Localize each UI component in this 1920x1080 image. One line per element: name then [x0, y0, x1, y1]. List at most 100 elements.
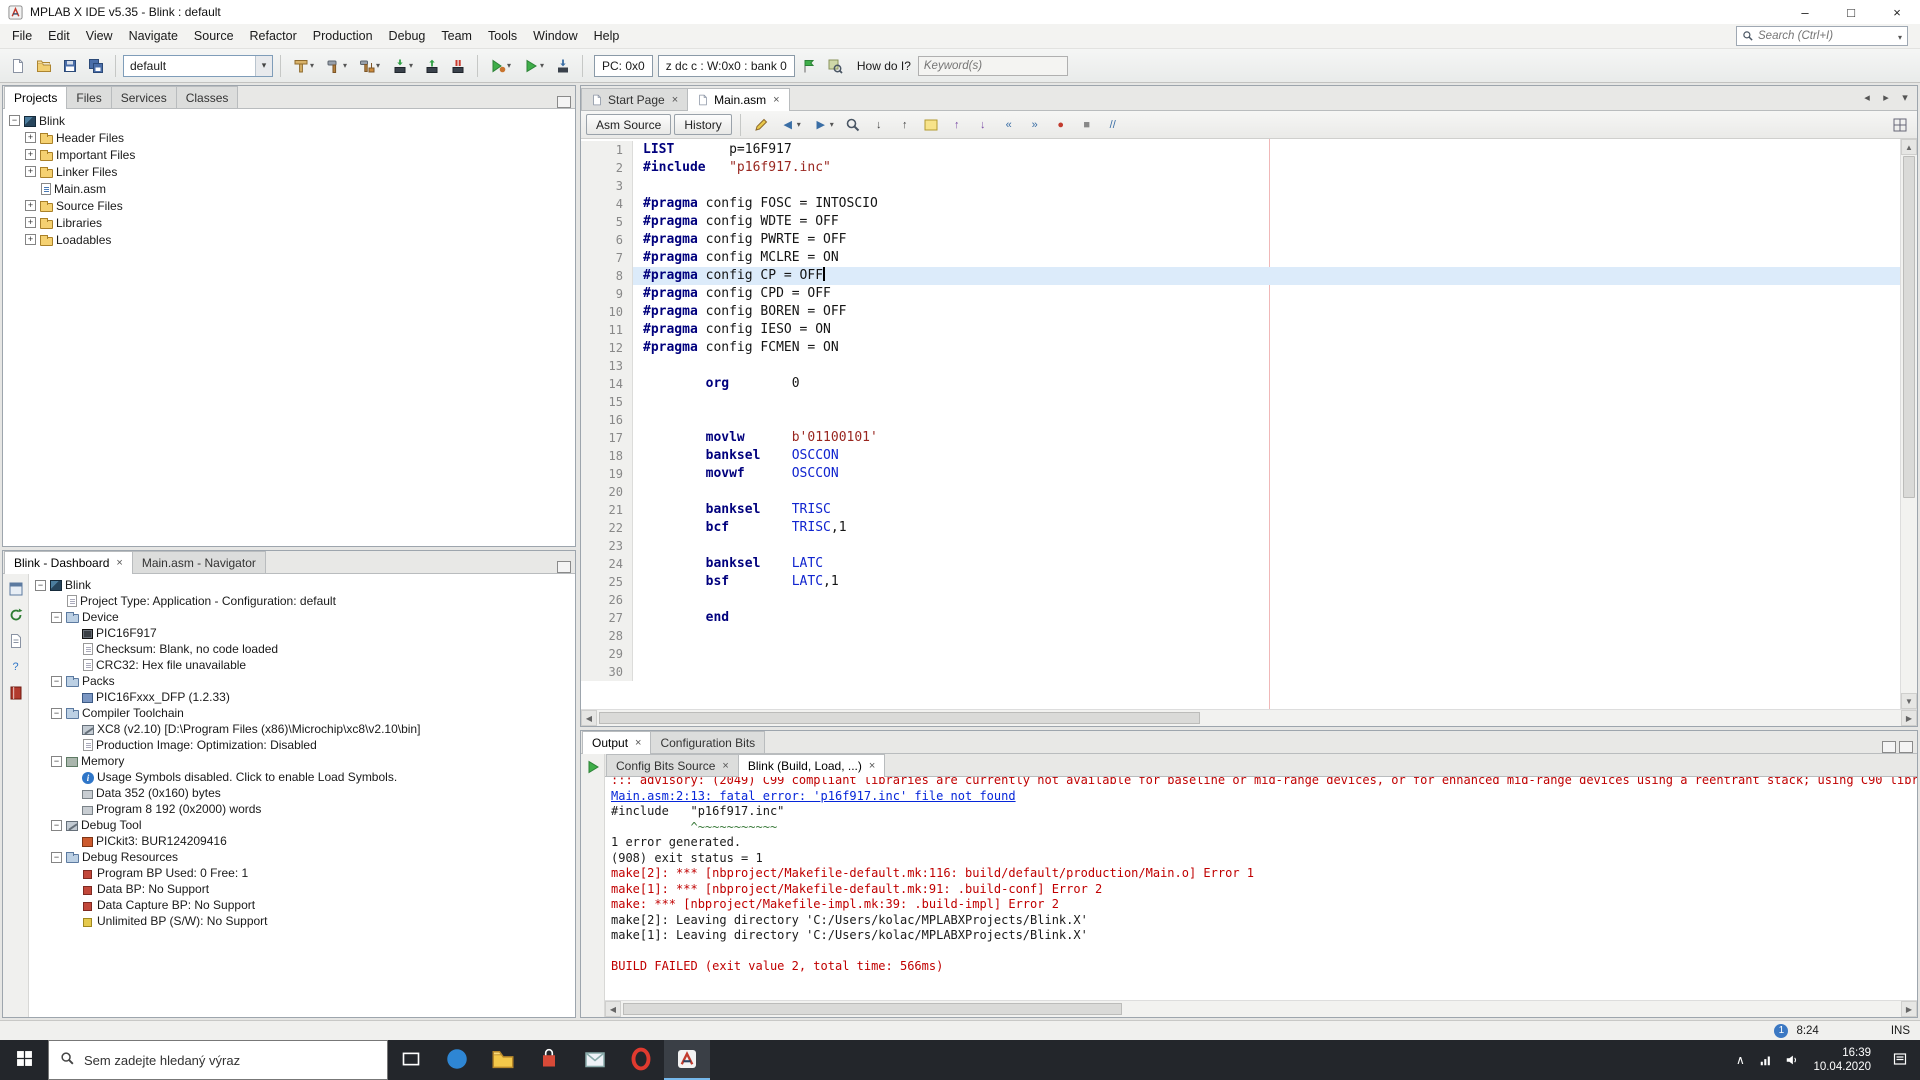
taskbar-search[interactable]: Sem zadejte hledaný výraz — [48, 1040, 388, 1080]
expand-icon[interactable]: + — [25, 132, 36, 143]
code-line[interactable]: 29 — [581, 645, 1900, 663]
program-run-button[interactable] — [551, 54, 575, 78]
collapse-icon[interactable]: − — [51, 708, 62, 719]
code-line[interactable]: 13 — [581, 357, 1900, 375]
tree-item-data-352-0x160-bytes[interactable]: Data 352 (0x160) bytes — [29, 785, 575, 801]
flag-green-button[interactable] — [797, 54, 821, 78]
action-center-button[interactable] — [1880, 1040, 1920, 1080]
code-line[interactable]: 27 end — [581, 609, 1900, 627]
scroll-up-icon[interactable] — [1901, 139, 1917, 155]
scroll-left-icon[interactable] — [581, 710, 597, 726]
tray-network-button[interactable] — [1754, 1041, 1778, 1079]
project-docs-button[interactable] — [6, 631, 26, 651]
split-view-button[interactable] — [1888, 113, 1912, 137]
tree-item-linker-files[interactable]: +Linker Files — [3, 163, 575, 180]
tree-item-debug-resources[interactable]: −Debug Resources — [29, 849, 575, 865]
collapse-icon[interactable]: − — [51, 676, 62, 687]
code-line[interactable]: 2#include "p16f917.inc" — [581, 159, 1900, 177]
tree-item-loadables[interactable]: +Loadables — [3, 231, 575, 248]
tab-blink-dashboard[interactable]: Blink - Dashboard× — [4, 551, 133, 574]
mail-button[interactable] — [572, 1040, 618, 1080]
chip-search-button[interactable] — [823, 54, 847, 78]
tree-item-usage-symbols-disabled-click-to-enable-load-symbols[interactable]: Usage Symbols disabled. Click to enable … — [29, 769, 575, 785]
tree-item-header-files[interactable]: +Header Files — [3, 129, 575, 146]
expand-icon[interactable]: + — [25, 200, 36, 211]
menu-file[interactable]: File — [4, 26, 40, 46]
menu-navigate[interactable]: Navigate — [121, 26, 186, 46]
code-editor[interactable]: 1LIST p=16F9172#include "p16f917.inc"34#… — [581, 139, 1900, 709]
close-icon[interactable]: × — [116, 557, 122, 569]
code-line[interactable]: 20 — [581, 483, 1900, 501]
code-line[interactable]: 14 org 0 — [581, 375, 1900, 393]
close-icon[interactable]: × — [773, 94, 779, 106]
editor-horizontal-scrollbar[interactable] — [581, 709, 1917, 726]
tree-item-memory[interactable]: −Memory — [29, 753, 575, 769]
tree-item-main-asm[interactable]: Main.asm — [3, 180, 575, 197]
code-line[interactable]: 1LIST p=16F917 — [581, 141, 1900, 159]
hold-reset-button[interactable] — [446, 54, 470, 78]
tree-item-unlimited-bp-s-w-no-support[interactable]: Unlimited BP (S/W): No Support — [29, 913, 575, 929]
rerun-build-button[interactable] — [583, 757, 603, 777]
close-icon[interactable]: × — [672, 94, 678, 106]
error-report-button[interactable] — [6, 683, 26, 703]
code-line[interactable]: 11#pragma config IESO = ON — [581, 321, 1900, 339]
tree-item-production-image-optimization-disabled[interactable]: Production Image: Optimization: Disabled — [29, 737, 575, 753]
maximize-button[interactable]: □ — [1828, 0, 1874, 24]
tree-item-libraries[interactable]: +Libraries — [3, 214, 575, 231]
code-line[interactable]: 22 bcf TRISC,1 — [581, 519, 1900, 537]
tree-item-program-8-192-0x2000-words[interactable]: Program 8 192 (0x2000) words — [29, 801, 575, 817]
refresh-dashboard-button[interactable] — [6, 605, 26, 625]
minimize-button[interactable]: – — [1782, 0, 1828, 24]
menu-window[interactable]: Window — [525, 26, 585, 46]
expand-icon[interactable]: + — [25, 149, 36, 160]
close-icon[interactable]: × — [722, 760, 728, 772]
debug-run-button[interactable] — [485, 54, 516, 78]
configuration-select[interactable]: default — [123, 55, 273, 77]
code-line[interactable]: 25 bsf LATC,1 — [581, 573, 1900, 591]
clean-build-button[interactable] — [354, 54, 385, 78]
forward-button[interactable]: ▶ — [808, 113, 839, 137]
tree-item-pic16f917[interactable]: PIC16F917 — [29, 625, 575, 641]
menu-help[interactable]: Help — [586, 26, 628, 46]
find-button[interactable] — [841, 113, 865, 137]
expand-icon[interactable]: + — [25, 217, 36, 228]
tree-item-checksum-blank-no-code-loaded[interactable]: Checksum: Blank, no code loaded — [29, 641, 575, 657]
scroll-right-icon[interactable] — [1901, 1001, 1917, 1017]
collapse-icon[interactable]: − — [51, 612, 62, 623]
comment-button[interactable]: // — [1101, 113, 1125, 137]
tree-item-debug-tool[interactable]: −Debug Tool — [29, 817, 575, 833]
tree-item-xc8-v2-10-d-program-files-x86-microchip-xc8-v2-10-bin[interactable]: XC8 (v2.10) [D:\Program Files (x86)\Micr… — [29, 721, 575, 737]
collapse-icon[interactable]: − — [51, 820, 62, 831]
tab-left-button[interactable]: ◂ — [1858, 89, 1876, 107]
editor-vertical-scrollbar[interactable] — [1900, 139, 1917, 709]
tab-right-button[interactable]: ▸ — [1877, 89, 1895, 107]
taskbar-clock[interactable]: 16:39 10.04.2020 — [1804, 1040, 1880, 1080]
tab-files[interactable]: Files — [66, 86, 111, 108]
error-link[interactable]: Main.asm:2:13: fatal error: 'p16f917.inc… — [611, 789, 1911, 805]
notification-badge[interactable]: 1 — [1774, 1024, 1788, 1038]
code-line[interactable]: 23 — [581, 537, 1900, 555]
tab-classes[interactable]: Classes — [176, 86, 239, 108]
tree-item-packs[interactable]: −Packs — [29, 673, 575, 689]
scroll-down-icon[interactable] — [1901, 693, 1917, 709]
tree-item-data-bp-no-support[interactable]: Data BP: No Support — [29, 881, 575, 897]
shift-left-button[interactable]: « — [997, 113, 1021, 137]
tab-output[interactable]: Output× — [582, 731, 651, 754]
minimize-window-icon[interactable] — [557, 561, 571, 573]
find-previous-button[interactable]: ↑ — [893, 113, 917, 137]
code-line[interactable]: 3 — [581, 177, 1900, 195]
tray-chevron-button[interactable]: ∧ — [1728, 1041, 1752, 1079]
collapse-icon[interactable]: − — [51, 756, 62, 767]
scrollbar-thumb[interactable] — [623, 1003, 1122, 1015]
code-line[interactable]: 21 banksel TRISC — [581, 501, 1900, 519]
project-properties-button[interactable] — [6, 579, 26, 599]
last-edit-button[interactable] — [749, 113, 773, 137]
tree-item-program-bp-used-0-free-1[interactable]: Program BP Used: 0 Free: 1 — [29, 865, 575, 881]
code-line[interactable]: 26 — [581, 591, 1900, 609]
collapse-icon[interactable]: − — [9, 115, 20, 126]
back-button[interactable]: ◀ — [775, 113, 806, 137]
close-icon[interactable]: × — [635, 737, 641, 749]
close-button[interactable]: × — [1874, 0, 1920, 24]
tree-item-source-files[interactable]: +Source Files — [3, 197, 575, 214]
code-line[interactable]: 9#pragma config CPD = OFF — [581, 285, 1900, 303]
